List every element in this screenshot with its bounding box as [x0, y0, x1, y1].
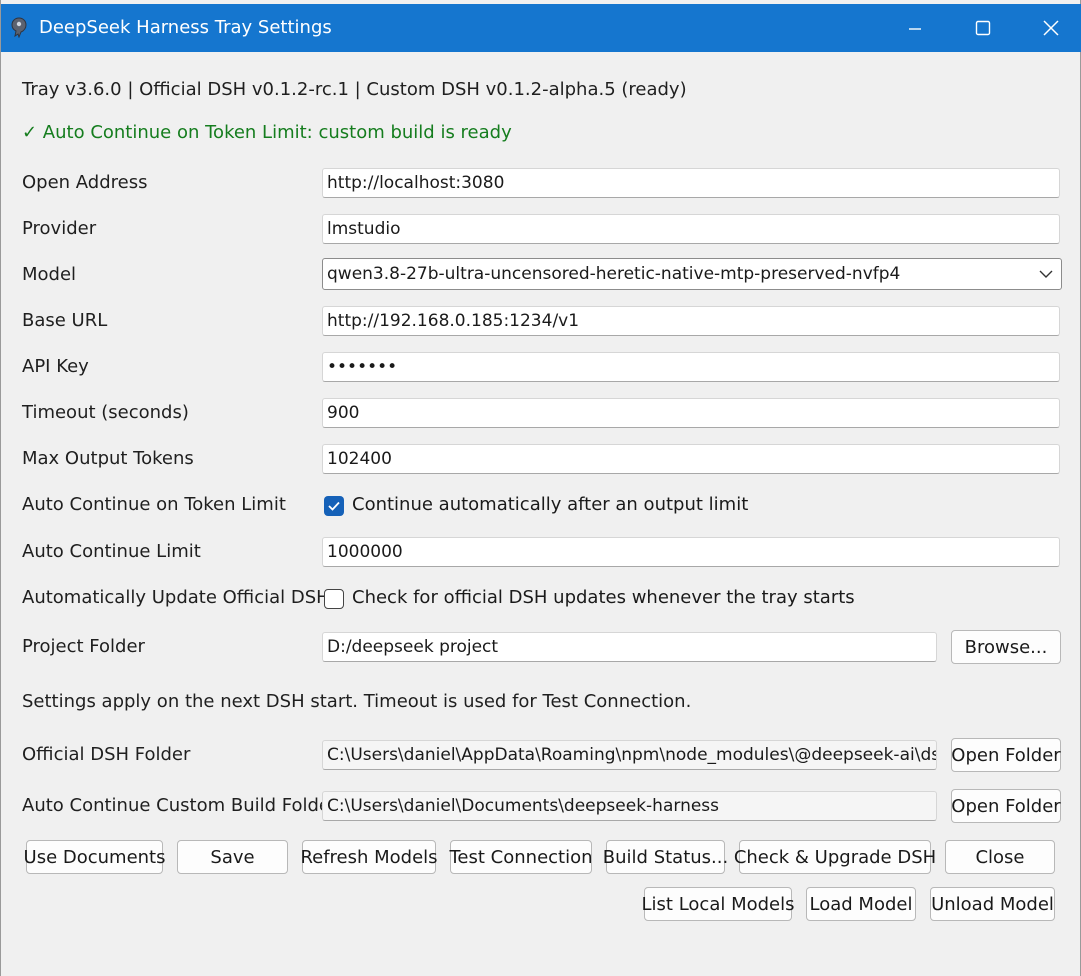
- custom-folder-label: Auto Continue Custom Build Folder: [22, 795, 338, 816]
- open-official-folder-button[interactable]: Open Folder: [951, 738, 1061, 772]
- auto-update-checkbox[interactable]: [324, 589, 344, 609]
- official-folder-label: Official DSH Folder: [22, 744, 191, 765]
- base-url-label: Base URL: [22, 310, 108, 331]
- custom-folder-path[interactable]: C:\Users\daniel\Documents\deepseek-harne…: [322, 791, 937, 821]
- settings-window: DeepSeek Harness Tray Settings Tray v3.6…: [0, 0, 1081, 976]
- title-bar: DeepSeek Harness Tray Settings: [1, 4, 1081, 52]
- maximize-icon: [975, 20, 991, 36]
- browse-button[interactable]: Browse...: [951, 630, 1061, 664]
- refresh-models-button[interactable]: Refresh Models: [300, 840, 438, 874]
- max-output-tokens-input[interactable]: 102400: [322, 444, 1060, 474]
- open-address-input[interactable]: http://localhost:3080: [322, 168, 1060, 198]
- auto-continue-checkbox[interactable]: [324, 496, 344, 516]
- max-output-tokens-label: Max Output Tokens: [22, 448, 194, 469]
- timeout-input[interactable]: 900: [322, 398, 1060, 428]
- minimize-button[interactable]: [881, 4, 949, 52]
- check-upgrade-button[interactable]: Check & Upgrade DSH: [734, 840, 936, 874]
- official-folder-path[interactable]: C:\Users\daniel\AppData\Roaming\npm\node…: [322, 740, 937, 770]
- settings-note: Settings apply on the next DSH start. Ti…: [22, 691, 692, 712]
- model-select[interactable]: qwen3.8-27b-ultra-uncensored-heretic-nat…: [322, 258, 1062, 290]
- close-button[interactable]: Close: [945, 840, 1055, 874]
- use-documents-button[interactable]: Use Documents: [24, 840, 166, 874]
- model-selected-value: qwen3.8-27b-ultra-uncensored-heretic-nat…: [327, 264, 901, 284]
- project-folder-label: Project Folder: [22, 636, 145, 657]
- provider-label: Provider: [22, 218, 97, 239]
- auto-continue-limit-label: Auto Continue Limit: [22, 541, 201, 562]
- close-window-button[interactable]: [1017, 4, 1081, 52]
- auto-continue-label: Auto Continue on Token Limit: [22, 494, 286, 515]
- api-key-input[interactable]: •••••••: [322, 352, 1060, 382]
- project-folder-input[interactable]: D:/deepseek project: [322, 632, 937, 662]
- checkmark-icon: [328, 501, 340, 511]
- timeout-label: Timeout (seconds): [22, 402, 189, 423]
- minimize-icon: [909, 28, 921, 30]
- auto-update-checkbox-label[interactable]: Check for official DSH updates whenever …: [352, 587, 855, 608]
- model-label: Model: [22, 264, 77, 285]
- close-icon: [1043, 20, 1059, 36]
- load-model-button[interactable]: Load Model: [806, 887, 916, 921]
- list-local-models-button[interactable]: List Local Models: [642, 887, 795, 921]
- chevron-down-icon: [1039, 270, 1053, 278]
- api-key-label: API Key: [22, 356, 89, 377]
- unload-model-button[interactable]: Unload Model: [930, 887, 1055, 921]
- save-button[interactable]: Save: [177, 840, 288, 874]
- maximize-button[interactable]: [949, 4, 1017, 52]
- app-icon: [11, 17, 27, 38]
- build-status-button[interactable]: Build Status...: [603, 840, 728, 874]
- test-connection-button[interactable]: Test Connection: [450, 840, 593, 874]
- status-message: ✓ Auto Continue on Token Limit: custom b…: [22, 122, 512, 143]
- version-info: Tray v3.6.0 | Official DSH v0.1.2-rc.1 |…: [22, 79, 687, 100]
- window-title: DeepSeek Harness Tray Settings: [39, 17, 332, 38]
- auto-continue-limit-input[interactable]: 1000000: [322, 537, 1060, 567]
- open-custom-folder-button[interactable]: Open Folder: [951, 789, 1061, 823]
- provider-input[interactable]: lmstudio: [322, 214, 1060, 244]
- auto-continue-checkbox-label[interactable]: Continue automatically after an output l…: [352, 494, 748, 515]
- open-address-label: Open Address: [22, 172, 148, 193]
- base-url-input[interactable]: http://192.168.0.185:1234/v1: [322, 306, 1060, 336]
- auto-update-label: Automatically Update Official DSH: [22, 587, 330, 608]
